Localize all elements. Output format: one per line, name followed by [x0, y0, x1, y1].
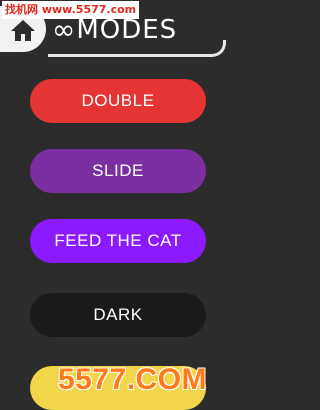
watermark-top: 找机网 www.5577.com	[2, 1, 140, 19]
mode-button-feed-the-cat[interactable]: FEED THE CAT	[30, 219, 206, 263]
infinity-icon: ∞	[52, 13, 76, 46]
mode-button-dark[interactable]: DARK	[30, 293, 206, 337]
mode-button-double[interactable]: DOUBLE	[30, 79, 206, 123]
home-icon	[11, 20, 35, 41]
mode-button-slide[interactable]: SLIDE	[30, 149, 206, 193]
watermark-bottom: 5577.COM	[57, 363, 208, 396]
page-title: MODES	[76, 15, 178, 45]
